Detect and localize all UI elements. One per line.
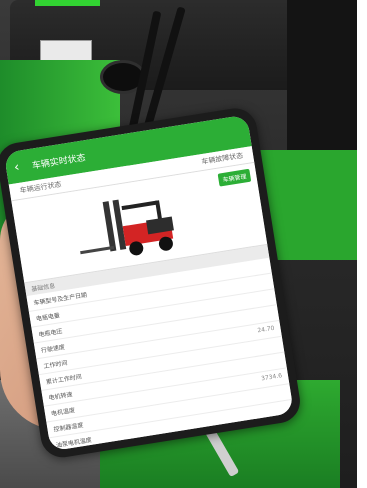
- phone-screen: ‹ 车辆实时状态 车辆运行状态 车辆故障状态 车辆管理 基础信息 车辆型号及生产…: [3, 114, 294, 452]
- status-row-value: 24.70: [256, 324, 276, 335]
- status-row-value: [269, 293, 270, 302]
- status-row-value: 3734.6: [260, 372, 283, 383]
- status-row-value: [284, 388, 285, 397]
- status-row-value: [276, 341, 277, 350]
- app-title: 车辆实时状态: [31, 152, 87, 172]
- green-light: [35, 0, 100, 6]
- status-row-label: 累计工作时间: [45, 373, 83, 387]
- photo-scene: ‹ 车辆实时状态 车辆运行状态 车辆故障状态 车辆管理 基础信息 车辆型号及生产…: [0, 0, 367, 488]
- status-row-value: [266, 277, 267, 286]
- status-row-label: 控制器温度: [53, 421, 84, 434]
- smartphone: ‹ 车辆实时状态 车辆运行状态 车辆故障状态 车辆管理 基础信息 车辆型号及生产…: [0, 105, 304, 461]
- image-border: [357, 0, 367, 488]
- status-row-value: [264, 262, 265, 271]
- status-row-label: 电瓶电压: [38, 328, 63, 339]
- status-row-value: [271, 309, 272, 318]
- status-row-label: 电机转速: [48, 391, 73, 402]
- status-row-label: 电瓶电量: [35, 312, 61, 323]
- status-row-label: 行驶速度: [40, 343, 66, 355]
- status-row-label: 电机温度: [50, 407, 76, 418]
- status-row-value: [279, 356, 280, 365]
- forklift-image: [80, 199, 174, 256]
- vehicle-manage-button[interactable]: 车辆管理: [217, 168, 252, 187]
- status-row-label: 工作时间: [43, 359, 68, 371]
- back-arrow-icon[interactable]: ‹: [13, 159, 29, 175]
